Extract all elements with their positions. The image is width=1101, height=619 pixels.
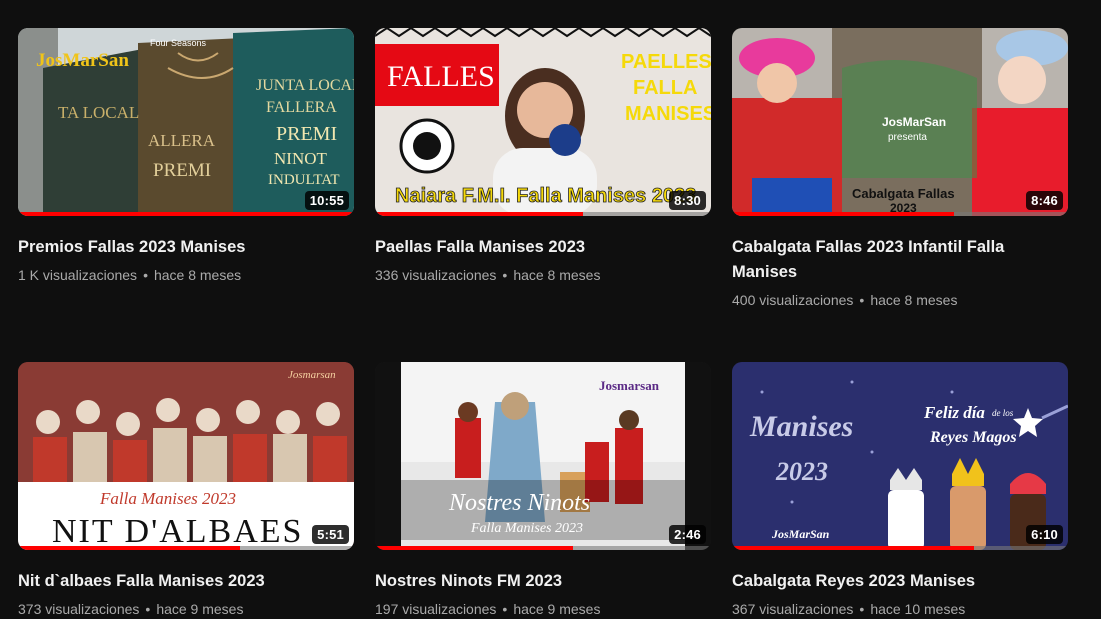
thumb-text: TA LOCAL <box>58 103 139 122</box>
thumb-text: Cabalgata Fallas <box>852 186 955 201</box>
thumb-watermark: JosMarSan <box>771 527 830 541</box>
video-duration-badge: 8:46 <box>1026 191 1063 210</box>
thumbnail-image: JosMarSan presenta Cabalgata Fallas 2023 <box>732 28 1068 216</box>
video-card[interactable]: Josmarsan Falla Manises 2023 NIT D'ALBAE… <box>18 362 354 617</box>
video-thumbnail[interactable]: Manises 2023 Feliz día de los Reyes Mago… <box>732 362 1068 550</box>
video-thumbnail[interactable]: FALLES PAELLES FALLA MANISES Naiara F.M.… <box>375 28 711 216</box>
watch-progress-fill <box>375 546 574 550</box>
thumb-text: PAELLES <box>621 51 711 73</box>
thumb-text: Reyes Magos <box>929 429 1017 446</box>
video-thumbnail[interactable]: JosMarSan Four Seasons TA LOCAL ALLERA P… <box>18 28 354 216</box>
thumb-text: 2023 <box>775 457 828 486</box>
video-card[interactable]: Josmarsan Nostres Ninots Falla Manises 2… <box>375 362 711 617</box>
watch-progress-fill <box>732 212 954 216</box>
video-title[interactable]: Nostres Ninots FM 2023 <box>375 569 695 594</box>
video-views: 400 visualizaciones <box>732 292 854 308</box>
video-meta: 336 visualizaciones • hace 8 meses <box>375 265 711 285</box>
thumbnail-image: Josmarsan Nostres Ninots Falla Manises 2… <box>375 362 711 550</box>
watch-progress-bar <box>375 546 711 550</box>
video-age: hace 8 meses <box>513 267 601 283</box>
thumbnail-image: JosMarSan Four Seasons TA LOCAL ALLERA P… <box>18 28 354 216</box>
watch-progress-bar <box>732 212 1068 216</box>
video-card[interactable]: Manises 2023 Feliz día de los Reyes Mago… <box>732 362 1068 617</box>
separator-dot: • <box>143 267 148 283</box>
video-title[interactable]: Premios Fallas 2023 Manises <box>18 235 338 260</box>
thumb-text: Falla Manises 2023 <box>470 521 583 536</box>
thumb-text: Nostres Ninots <box>448 490 590 516</box>
thumbnail-image: FALLES PAELLES FALLA MANISES Naiara F.M.… <box>375 28 711 216</box>
separator-dot: • <box>859 292 865 308</box>
watch-progress-bar <box>18 212 354 216</box>
video-views: 1 K visualizaciones <box>18 267 138 283</box>
thumb-text: FALLERA <box>266 99 337 116</box>
thumb-watermark: Josmarsan <box>599 378 660 393</box>
video-thumbnail[interactable]: Josmarsan Falla Manises 2023 NIT D'ALBAE… <box>18 362 354 550</box>
thumb-text: de los <box>992 408 1014 418</box>
watch-progress-fill <box>732 546 974 550</box>
video-meta: 400 visualizaciones • hace 8 meses <box>732 290 1068 310</box>
watch-progress-fill <box>18 212 354 216</box>
video-card[interactable]: JosMarSan presenta Cabalgata Fallas 2023… <box>732 28 1068 362</box>
thumb-text: PREMI <box>276 123 337 145</box>
thumb-text: FALLES <box>387 60 495 93</box>
thumb-text: INDULTAT <box>268 172 340 188</box>
separator-dot: • <box>502 267 508 283</box>
video-age: hace 8 meses <box>153 267 242 283</box>
thumb-watermark: JosMarSan <box>36 50 129 71</box>
thumb-watermark: Josmarsan <box>288 369 336 381</box>
video-title[interactable]: Paellas Falla Manises 2023 <box>375 235 695 260</box>
video-card[interactable]: JosMarSan Four Seasons TA LOCAL ALLERA P… <box>18 28 354 362</box>
watch-progress-bar <box>732 546 1068 550</box>
video-duration-badge: 6:10 <box>1026 525 1063 544</box>
watch-progress-bar <box>375 212 711 216</box>
video-thumbnail[interactable]: JosMarSan presenta Cabalgata Fallas 2023… <box>732 28 1068 216</box>
video-title[interactable]: Cabalgata Fallas 2023 Infantil Falla Man… <box>732 235 1052 285</box>
thumb-text: MANISES <box>625 103 711 125</box>
thumb-text: PREMI <box>153 160 211 181</box>
thumbnail-image: Manises 2023 Feliz día de los Reyes Mago… <box>732 362 1068 550</box>
video-meta: 373 visualizaciones • hace 9 meses <box>18 599 354 619</box>
video-title[interactable]: Cabalgata Reyes 2023 Manises <box>732 569 1052 594</box>
video-title[interactable]: Nit d`albaes Falla Manises 2023 <box>18 569 338 594</box>
video-duration-badge: 2:46 <box>669 525 706 544</box>
thumb-text: Naiara F.M.I. Falla Manises 2023 <box>395 185 696 207</box>
video-thumbnail[interactable]: Josmarsan Nostres Ninots Falla Manises 2… <box>375 362 711 550</box>
video-age: hace 8 meses <box>870 292 958 308</box>
video-duration-badge: 5:51 <box>312 525 349 544</box>
video-grid: JosMarSan Four Seasons TA LOCAL ALLERA P… <box>18 28 1068 617</box>
thumb-text: JosMarSan <box>882 115 946 129</box>
video-views: 336 visualizaciones <box>375 267 497 283</box>
thumb-text: ALLERA <box>148 131 216 150</box>
video-meta: 197 visualizaciones • hace 9 meses <box>375 599 711 619</box>
video-meta: 1 K visualizaciones • hace 8 meses <box>18 265 354 285</box>
thumbnail-image: Josmarsan Falla Manises 2023 NIT D'ALBAE… <box>18 362 354 550</box>
thumb-text: presenta <box>888 132 927 143</box>
thumb-text: JUNTA LOCAL <box>256 77 354 94</box>
thumb-text: NIT D'ALBAES <box>52 513 303 550</box>
watch-progress-fill <box>18 546 240 550</box>
thumb-text: Four Seasons <box>150 38 207 48</box>
watch-progress-bar <box>18 546 354 550</box>
thumb-text: FALLA <box>633 77 697 99</box>
video-duration-badge: 10:55 <box>304 191 349 210</box>
video-card[interactable]: FALLES PAELLES FALLA MANISES Naiara F.M.… <box>375 28 711 362</box>
thumb-text: Feliz día <box>923 403 985 422</box>
watch-progress-fill <box>375 212 584 216</box>
thumb-text: Falla Manises 2023 <box>99 489 236 508</box>
thumb-text: Manises <box>749 410 853 443</box>
video-duration-badge: 8:30 <box>669 191 706 210</box>
thumb-text: NINOT <box>274 149 327 168</box>
video-meta: 367 visualizaciones • hace 10 meses <box>732 599 1068 619</box>
